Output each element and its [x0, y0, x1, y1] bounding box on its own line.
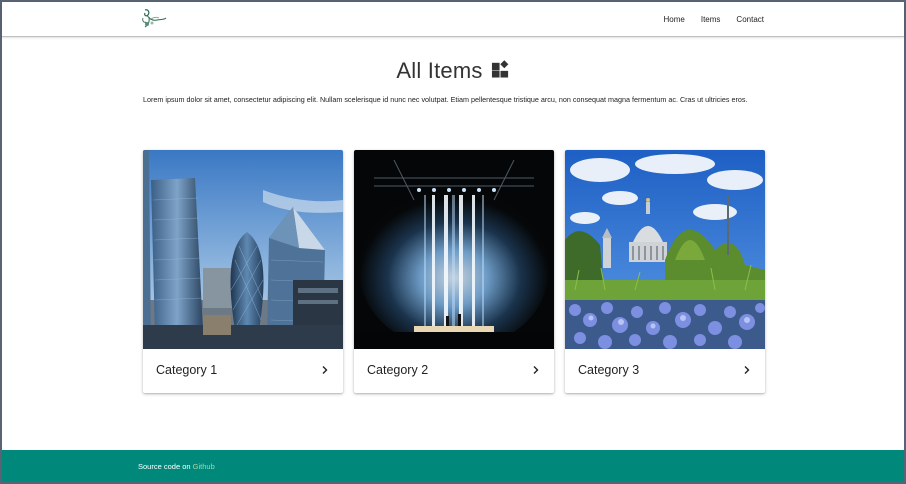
- navbar: Home Items Contact: [2, 2, 904, 37]
- footer-source-label: Source code on: [138, 461, 191, 471]
- cathedral-garden-photo: [565, 150, 765, 349]
- card-label: Category 2: [367, 363, 429, 377]
- city-skyscrapers-photo: [143, 150, 343, 349]
- card-footer: Category 1: [143, 347, 343, 393]
- chevron-right-icon[interactable]: [743, 365, 751, 375]
- leaf-logo-icon[interactable]: [139, 6, 167, 30]
- category-cards: Category 1 Category 2 Category 3: [143, 150, 767, 396]
- card-footer: Category 2: [354, 347, 554, 393]
- github-link[interactable]: Github: [193, 462, 215, 471]
- page-footer: Source code on Github: [2, 450, 904, 482]
- nav-items-link[interactable]: Items: [701, 15, 721, 24]
- title-section: All Items: [2, 58, 904, 84]
- card-label: Category 3: [578, 363, 640, 377]
- category-card-3[interactable]: Category 3: [565, 150, 765, 393]
- category-card-1[interactable]: Category 1: [143, 150, 343, 393]
- widgets-icon: [491, 59, 508, 78]
- page-title: All Items: [396, 58, 483, 83]
- chevron-right-icon[interactable]: [321, 365, 329, 375]
- category-card-2[interactable]: Category 2: [354, 150, 554, 393]
- intro-paragraph: Lorem ipsum dolor sit amet, consectetur …: [143, 95, 748, 104]
- nav-home-link[interactable]: Home: [664, 15, 685, 24]
- nav-contact-link[interactable]: Contact: [736, 15, 764, 24]
- browser-frame: Home Items Contact All Items Lorem ipsum…: [0, 0, 906, 484]
- chevron-right-icon[interactable]: [532, 365, 540, 375]
- footer-text: Source code on Github: [138, 462, 215, 471]
- concert-stage-lights-photo: [354, 150, 554, 349]
- card-label: Category 1: [156, 363, 218, 377]
- main-nav: Home Items Contact: [664, 2, 764, 36]
- card-footer: Category 3: [565, 347, 765, 393]
